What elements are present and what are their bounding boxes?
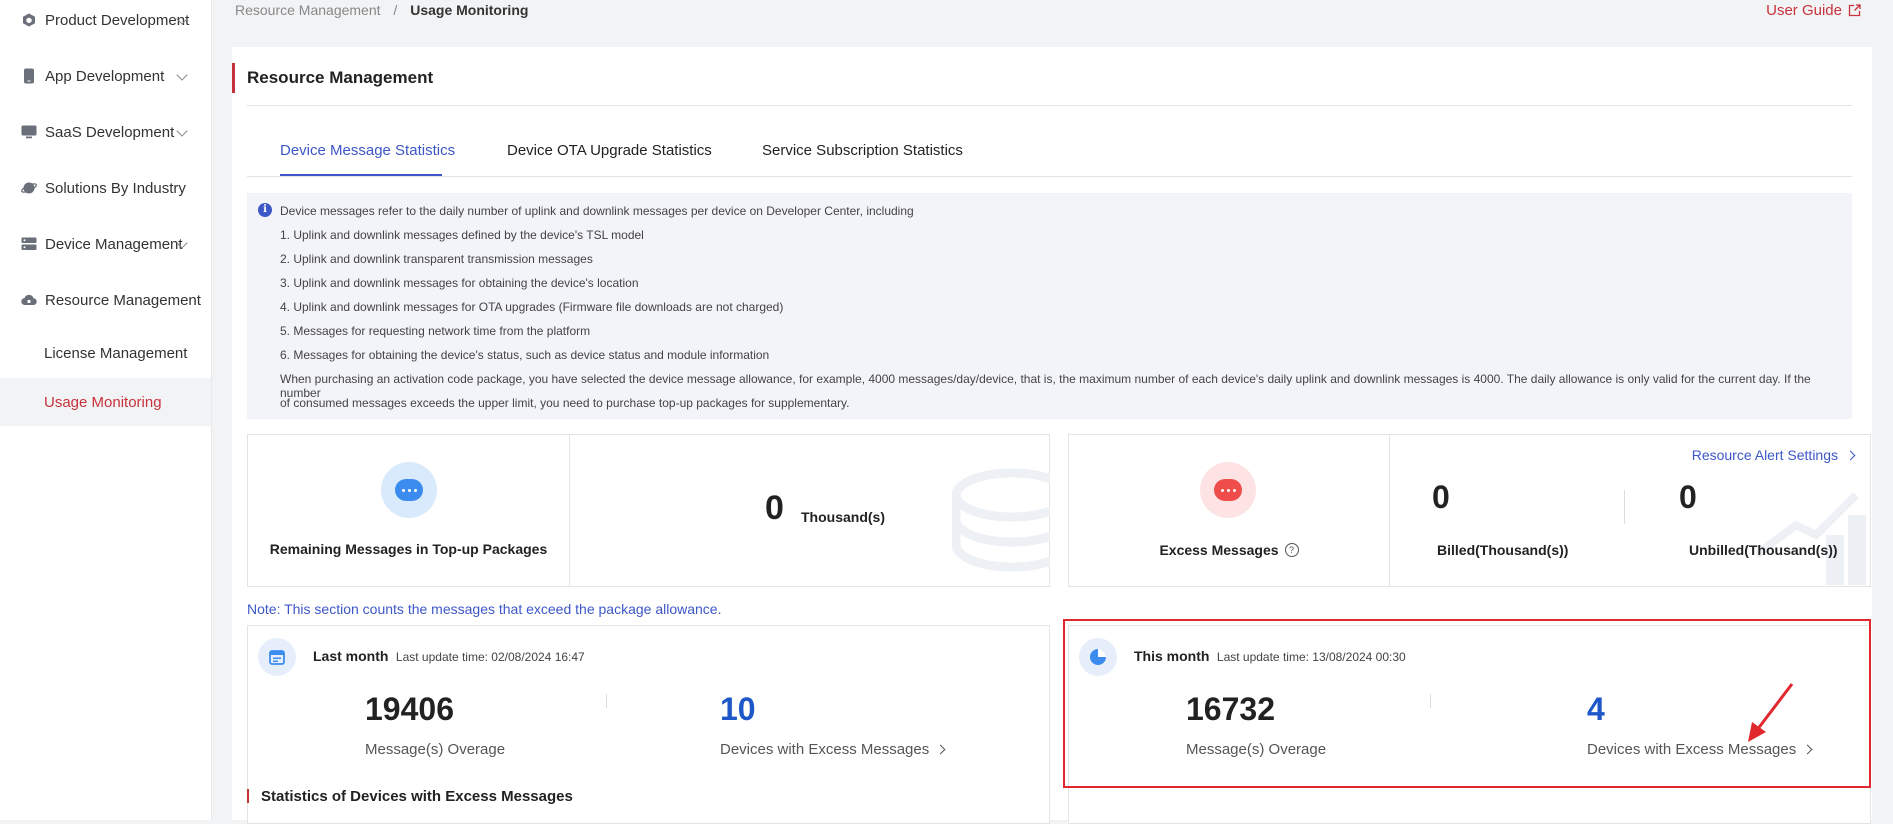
cube-icon (21, 12, 37, 28)
divider (1624, 490, 1625, 524)
user-guide-label: User Guide (1766, 2, 1842, 19)
unbilled-label: Unbilled(Thousand(s)) (1689, 542, 1838, 558)
sidebar-item-saas-development[interactable]: SaaS Development (0, 112, 211, 152)
message-bubble-red-icon (1200, 462, 1256, 518)
phone-icon (21, 68, 37, 84)
arrow-annotation-icon (1748, 683, 1794, 742)
sidebar-item-resource-management[interactable]: Resource Management (0, 280, 211, 320)
info-line: of consumed messages exceeds the upper l… (280, 396, 850, 410)
page-title: Resource Management (247, 68, 434, 87)
last-month-overage-value: 19406 (365, 691, 454, 727)
excess-messages-label: Excess Messages (1159, 542, 1279, 558)
user-guide-link[interactable]: User Guide (1766, 2, 1861, 19)
chevron-right-icon (935, 744, 946, 755)
resource-alert-settings-link[interactable]: Resource Alert Settings (1691, 447, 1856, 463)
chevron-down-icon (176, 125, 188, 137)
excess-messages-label-row: Excess Messages ? (1069, 542, 1389, 558)
chevron-right-icon (1845, 450, 1856, 460)
divider (606, 694, 607, 708)
sidebar-subitem-license-management[interactable]: License Management (0, 329, 211, 377)
last-month-header: Last month Last update time: 02/08/2024 … (313, 648, 585, 666)
last-month-title: Last month (313, 648, 389, 664)
help-icon[interactable]: ? (1284, 543, 1299, 557)
sidebar-item-label: Device Management (45, 235, 183, 253)
excess-messages-card: Excess Messages ? Resource Alert Setting… (1068, 434, 1871, 587)
sidebar: Product Development App Development SaaS… (0, 0, 212, 820)
breadcrumb-current: Usage Monitoring (410, 2, 529, 18)
last-month-overage-label: Message(s) Overage (365, 741, 506, 758)
tab-device-message-statistics[interactable]: Device Message Statistics (280, 142, 455, 159)
sidebar-item-label: Resource Management (45, 291, 201, 309)
message-bubble-blue-icon (381, 462, 437, 518)
info-icon: i (258, 203, 272, 217)
coins-watermark-icon (951, 465, 1073, 580)
section-title: Statistics of Devices with Excess Messag… (261, 788, 573, 805)
sidebar-item-label: Product Development (45, 11, 190, 29)
last-month-update-time: Last update time: 02/08/2024 16:47 (395, 650, 585, 664)
remaining-messages-unit: Thousand(s) (801, 509, 885, 525)
info-line: 3. Uplink and downlink messages for obta… (280, 276, 639, 290)
resource-alert-settings-label: Resource Alert Settings (1691, 447, 1838, 463)
last-month-devices-value[interactable]: 10 (720, 691, 756, 728)
section-accent-bar (247, 789, 249, 803)
unbilled-value: 0 (1679, 479, 1697, 515)
info-line: 2. Uplink and downlink transparent trans… (280, 252, 593, 266)
sidebar-item-product-development[interactable]: Product Development (0, 0, 211, 40)
title-accent-bar (232, 63, 235, 93)
sidebar-item-label: App Development (45, 67, 165, 85)
info-line: Device messages refer to the daily numbe… (280, 204, 914, 218)
chart-watermark-icon (1753, 485, 1868, 590)
info-line: 5. Messages for requesting network time … (280, 324, 591, 338)
info-line: 4. Uplink and downlink messages for OTA … (280, 300, 784, 314)
sidebar-item-device-management[interactable]: Device Management (0, 224, 211, 264)
info-notice: i Device messages refer to the daily num… (247, 193, 1852, 419)
remaining-messages-value: 0 (765, 489, 784, 527)
info-line: 6. Messages for obtaining the device's s… (280, 348, 770, 362)
sidebar-item-label: Solutions By Industry (45, 179, 186, 197)
monitor-icon (21, 124, 37, 140)
divider (247, 105, 1852, 106)
top-bar: Resource Management / Usage Monitoring U… (212, 0, 1893, 30)
planet-icon (21, 180, 37, 196)
divider (247, 176, 1852, 177)
excess-messages-left: Excess Messages ? (1069, 435, 1390, 586)
sidebar-item-solutions-by-industry[interactable]: Solutions By Industry (0, 168, 211, 208)
sidebar-item-app-development[interactable]: App Development (0, 56, 211, 96)
chevron-down-icon (176, 69, 188, 81)
breadcrumb: Resource Management / Usage Monitoring (235, 2, 528, 18)
sidebar-subitem-usage-monitoring[interactable]: Usage Monitoring (0, 378, 211, 426)
calendar-icon (258, 638, 296, 676)
remaining-messages-left: Remaining Messages in Top-up Packages (248, 435, 570, 586)
sidebar-subitem-label: Usage Monitoring (44, 393, 162, 411)
billed-label: Billed(Thousand(s)) (1437, 542, 1569, 558)
excess-note: Note: This section counts the messages t… (247, 601, 722, 617)
billed-value: 0 (1432, 479, 1450, 515)
sidebar-item-label: SaaS Development (45, 123, 175, 141)
cloud-gear-icon (21, 292, 37, 308)
tab-device-ota-upgrade-statistics[interactable]: Device OTA Upgrade Statistics (507, 142, 712, 159)
breadcrumb-separator: / (393, 2, 398, 18)
last-month-devices-link[interactable]: Devices with Excess Messages (720, 741, 946, 758)
sidebar-subitem-label: License Management (44, 344, 188, 362)
remaining-messages-label: Remaining Messages in Top-up Packages (269, 541, 548, 557)
last-month-devices-label: Devices with Excess Messages (720, 741, 930, 758)
info-line: 1. Uplink and downlink messages defined … (280, 228, 644, 242)
external-link-icon (1848, 4, 1861, 17)
remaining-messages-card: Remaining Messages in Top-up Packages 0 … (247, 434, 1073, 587)
tab-service-subscription-statistics[interactable]: Service Subscription Statistics (762, 142, 963, 159)
breadcrumb-parent[interactable]: Resource Management (235, 2, 381, 18)
server-icon (21, 236, 37, 252)
